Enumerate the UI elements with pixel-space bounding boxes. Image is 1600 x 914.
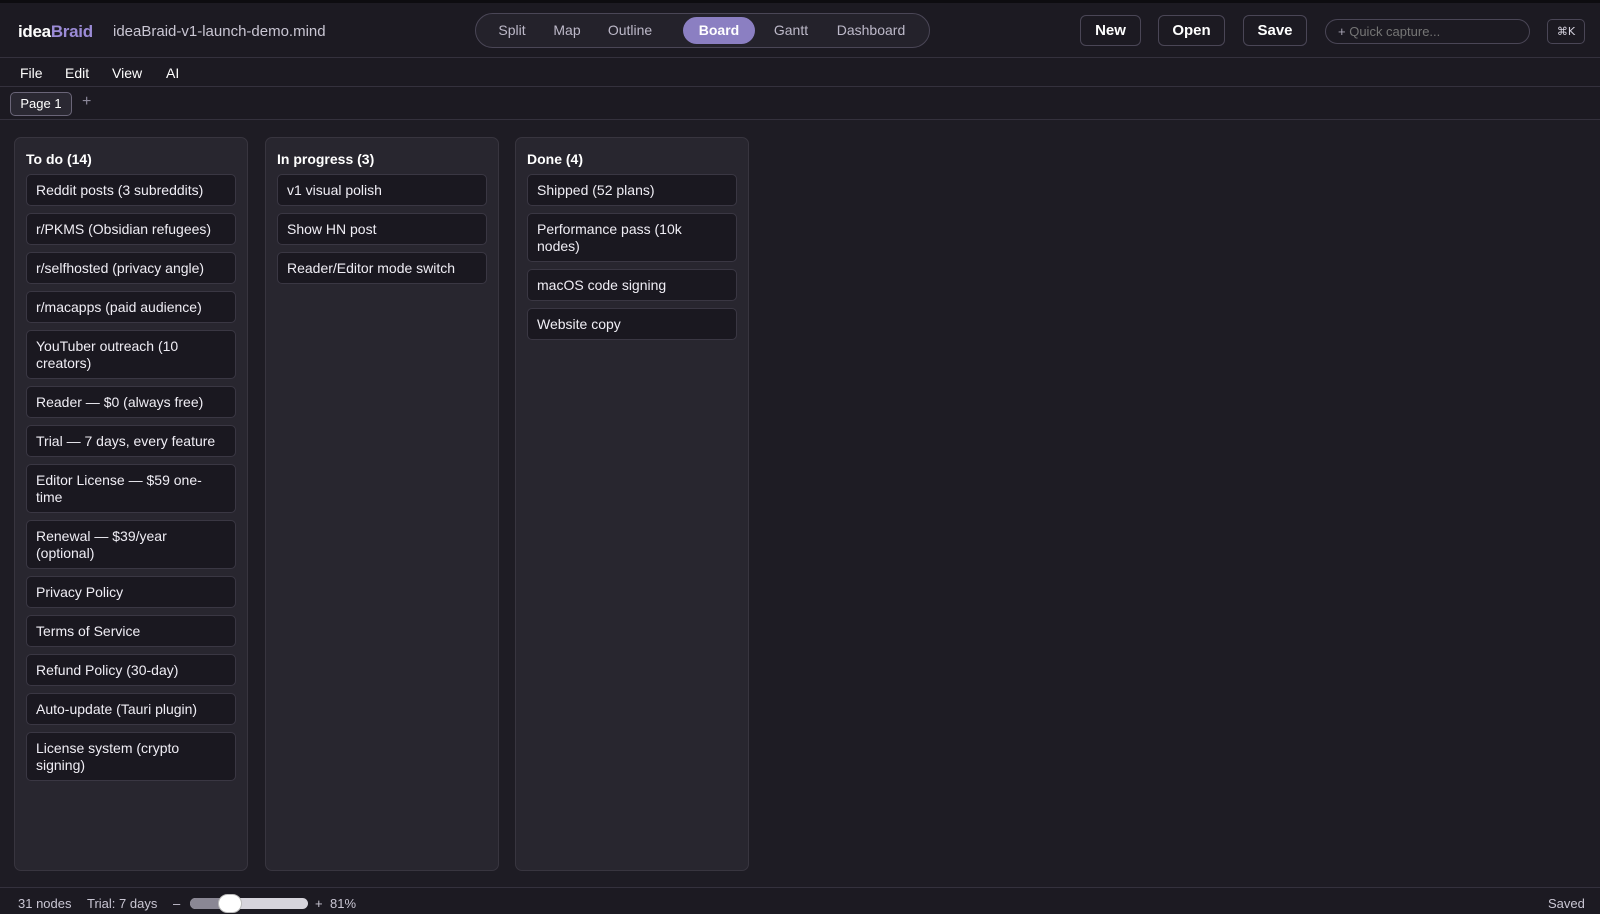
column-cards: Shipped (52 plans) Performance pass (10k…	[527, 174, 737, 347]
board-card[interactable]: Privacy Policy	[26, 576, 236, 608]
board-card[interactable]: r/PKMS (Obsidian refugees)	[26, 213, 236, 245]
menu-edit[interactable]: Edit	[65, 65, 89, 81]
view-tab-dashboard[interactable]: Dashboard	[828, 17, 914, 44]
zoom-level: 81%	[330, 896, 357, 911]
board-card[interactable]: Performance pass (10k nodes)	[527, 213, 737, 262]
zoom-out-button[interactable]: –	[173, 896, 180, 911]
document-filename: ideaBraid-v1-launch-demo.mind	[113, 23, 326, 40]
menu-view[interactable]: View	[112, 65, 142, 81]
board-card[interactable]: Terms of Service	[26, 615, 236, 647]
board-card[interactable]: Auto-update (Tauri plugin)	[26, 693, 236, 725]
logo-part-idea: idea	[18, 22, 51, 41]
board-card[interactable]: Shipped (52 plans)	[527, 174, 737, 206]
quick-capture-field[interactable]: +	[1325, 19, 1530, 44]
board-card[interactable]: r/selfhosted (privacy angle)	[26, 252, 236, 284]
zoom-slider-handle[interactable]	[218, 894, 242, 913]
open-button[interactable]: Open	[1158, 15, 1225, 46]
board-card[interactable]: Renewal — $39/year (optional)	[26, 520, 236, 569]
top-bar: ideaBraid ideaBraid-v1-launch-demo.mind …	[0, 3, 1600, 58]
plus-icon: +	[1338, 24, 1346, 39]
quick-capture-input[interactable]	[1349, 24, 1515, 39]
board-column-in-progress: In progress (3) v1 visual polish Show HN…	[265, 137, 499, 871]
zoom-slider[interactable]	[190, 894, 308, 913]
board-card[interactable]: Reader — $0 (always free)	[26, 386, 236, 418]
menu-ai[interactable]: AI	[166, 65, 179, 81]
menu-file[interactable]: File	[20, 65, 43, 81]
column-cards: Reddit posts (3 subreddits) r/PKMS (Obsi…	[26, 174, 236, 788]
view-tab-map[interactable]: Map	[542, 17, 592, 44]
board-card[interactable]: Reddit posts (3 subreddits)	[26, 174, 236, 206]
board-card[interactable]: Show HN post	[277, 213, 487, 245]
column-title: To do (14)	[26, 151, 92, 167]
column-cards: v1 visual polish Show HN post Reader/Edi…	[277, 174, 487, 291]
board-card[interactable]: YouTuber outreach (10 creators)	[26, 330, 236, 379]
save-button[interactable]: Save	[1243, 15, 1307, 46]
node-count: 31 nodes	[18, 896, 72, 911]
board-column-done: Done (4) Shipped (52 plans) Performance …	[515, 137, 749, 871]
board-card[interactable]: macOS code signing	[527, 269, 737, 301]
board-card[interactable]: Reader/Editor mode switch	[277, 252, 487, 284]
column-title: Done (4)	[527, 151, 583, 167]
board-card[interactable]: r/macapps (paid audience)	[26, 291, 236, 323]
view-tab-gantt[interactable]: Gantt	[763, 17, 819, 44]
menu-bar: File Edit View AI	[0, 58, 1600, 87]
board-card[interactable]: Editor License — $59 one-time	[26, 464, 236, 513]
page-tab-1[interactable]: Page 1	[10, 92, 72, 116]
trial-status: Trial: 7 days	[87, 896, 158, 911]
status-bar: 31 nodes Trial: 7 days – + 81% Saved	[0, 887, 1600, 914]
board-card[interactable]: Website copy	[527, 308, 737, 340]
board-column-todo: To do (14) Reddit posts (3 subreddits) r…	[14, 137, 248, 871]
board-card[interactable]: Refund Policy (30-day)	[26, 654, 236, 686]
view-tab-board[interactable]: Board	[683, 17, 755, 44]
board-card[interactable]: License system (crypto signing)	[26, 732, 236, 781]
board-card[interactable]: v1 visual polish	[277, 174, 487, 206]
zoom-in-button[interactable]: +	[315, 896, 323, 911]
view-tab-split[interactable]: Split	[488, 17, 536, 44]
view-switcher: Split Map Outline Board Gantt Dashboard	[475, 13, 930, 48]
save-status: Saved	[1548, 896, 1585, 911]
command-palette-shortcut[interactable]: ⌘K	[1547, 19, 1585, 44]
page-tabs-bar: Page 1 +	[0, 87, 1600, 120]
column-title: In progress (3)	[277, 151, 375, 167]
new-button[interactable]: New	[1080, 15, 1141, 46]
app-logo: ideaBraid	[18, 22, 93, 42]
add-page-button[interactable]: +	[82, 93, 91, 111]
board-card[interactable]: Trial — 7 days, every feature	[26, 425, 236, 457]
app-window: ideaBraid ideaBraid-v1-launch-demo.mind …	[0, 0, 1600, 914]
view-tab-outline[interactable]: Outline	[598, 17, 662, 44]
logo-part-braid: Braid	[50, 22, 93, 41]
